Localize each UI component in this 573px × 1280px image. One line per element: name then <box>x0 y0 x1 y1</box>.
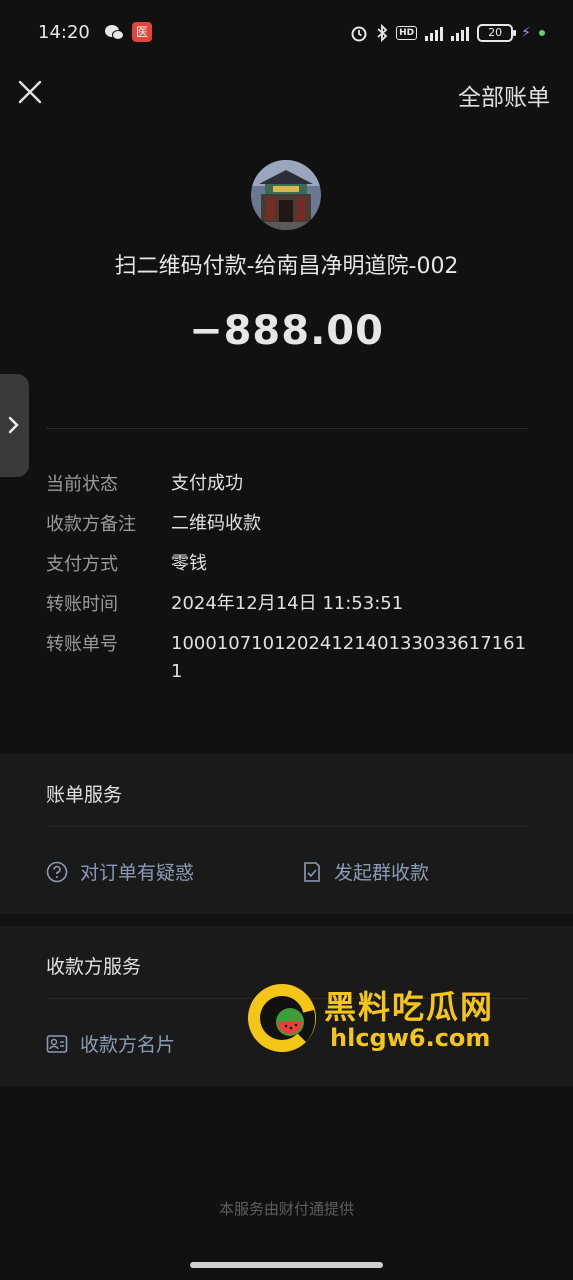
order-doubt-label: 对订单有疑惑 <box>80 862 195 884</box>
status-icons: HD 20 ⚡ <box>350 22 545 44</box>
status-bar: 14:20 医 HD 20 ⚡ <box>0 0 573 64</box>
group-collect-label: 发起群收款 <box>334 862 430 884</box>
side-drawer-handle[interactable] <box>0 374 29 477</box>
order-number-value[interactable]: 1000107101202412140133033617161 1 <box>171 630 531 686</box>
detail-label: 支付方式 <box>46 554 118 575</box>
group-collect-button[interactable]: 发起群收款 <box>302 858 429 885</box>
section-title: 收款方服务 <box>46 956 142 978</box>
chevron-right-icon <box>8 416 19 434</box>
alarm-icon <box>351 26 367 42</box>
detail-value: 零钱 <box>171 553 207 574</box>
watermelon-logo-icon <box>248 984 316 1052</box>
signal-icon-2 <box>451 25 470 41</box>
divider <box>46 428 528 429</box>
divider <box>46 826 528 827</box>
home-indicator[interactable] <box>190 1262 383 1268</box>
hd-badge: HD <box>396 26 418 40</box>
bluetooth-icon <box>377 24 388 42</box>
payment-amount: −888.00 <box>189 308 384 354</box>
bill-service-section: 账单服务 对订单有疑惑 发起群收款 <box>0 754 573 914</box>
battery-icon: 20 <box>477 24 517 42</box>
close-icon[interactable] <box>14 76 46 108</box>
detail-label: 转账时间 <box>46 594 118 615</box>
merchant-avatar <box>251 160 321 230</box>
order-doubt-button[interactable]: 对订单有疑惑 <box>46 858 194 885</box>
contact-card-icon <box>46 1034 68 1053</box>
footer-provider: 本服务由财付通提供 <box>218 1200 354 1218</box>
question-icon <box>46 861 68 882</box>
medical-app-icon: 医 <box>132 22 152 42</box>
detail-value: 2024年12月14日 11:53:51 <box>171 593 404 614</box>
merchant-title: 扫二维码付款-给南昌净明道院-002 <box>114 254 459 279</box>
detail-value: 支付成功 <box>171 473 243 494</box>
watermark: 黑料吃瓜网 hlcgw6.com <box>244 978 534 1058</box>
watermark-title: 黑料吃瓜网 <box>324 988 495 1026</box>
signal-icon <box>425 25 444 41</box>
wechat-icon <box>105 25 124 40</box>
detail-label: 转账单号 <box>46 634 118 655</box>
section-title: 账单服务 <box>46 784 123 806</box>
document-check-icon <box>304 861 320 882</box>
payee-card-label: 收款方名片 <box>80 1034 176 1056</box>
watermark-url: hlcgw6.com <box>330 1024 491 1052</box>
payee-card-button[interactable]: 收款方名片 <box>46 1030 175 1057</box>
detail-label: 当前状态 <box>46 474 118 495</box>
charging-icon: ⚡ <box>521 25 531 41</box>
detail-value: 二维码收款 <box>171 513 261 534</box>
status-time: 14:20 <box>38 22 90 43</box>
all-bills-link[interactable]: 全部账单 <box>458 78 550 112</box>
privacy-dot <box>539 30 545 36</box>
temple-image <box>251 160 321 230</box>
detail-label: 收款方备注 <box>46 514 136 535</box>
